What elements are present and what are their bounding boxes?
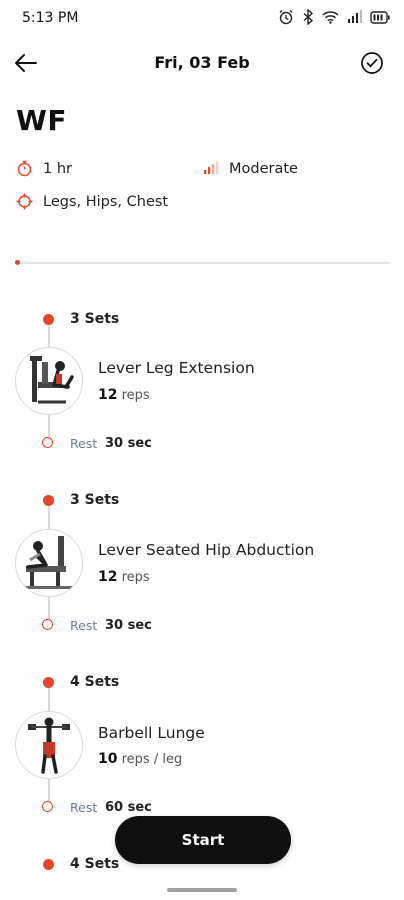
rest-label: Rest [70, 618, 98, 633]
leg-extension-figure-icon [30, 356, 74, 404]
reps-value: 10 [98, 751, 118, 767]
timer-icon [17, 160, 32, 177]
reps-unit: reps [121, 570, 150, 585]
rest-label: Rest [70, 436, 98, 451]
bluetooth-icon [303, 9, 314, 25]
rest-duration: 30 sec [105, 436, 152, 451]
exercise-thumbnail [15, 529, 83, 597]
set-marker [43, 314, 54, 325]
status-icons [278, 9, 390, 25]
exercise-reps: 10 reps / leg [98, 751, 182, 767]
rest-marker [42, 619, 53, 630]
duration-info: 1 hr [16, 160, 72, 177]
muscles-text: Legs, Hips, Chest [43, 193, 169, 210]
exercise-reps: 12 reps [98, 569, 150, 585]
workout-name: WF [16, 104, 68, 137]
rest-marker [42, 801, 53, 812]
exercise-name: Lever Leg Extension [98, 359, 255, 377]
workout-date: Fri, 03 Feb [154, 53, 250, 72]
reps-value: 12 [98, 569, 118, 585]
sets-label: 3 Sets [70, 311, 120, 327]
complete-button[interactable] [360, 51, 384, 75]
hip-abduction-figure-icon [20, 536, 76, 589]
reps-value: 12 [98, 387, 118, 403]
sets-label: 4 Sets [70, 856, 120, 872]
rest-label: Rest [70, 800, 98, 815]
exercise-name: Lever Seated Hip Abduction [98, 541, 315, 559]
intensity-bars-icon [204, 161, 219, 174]
exercise-thumbnail [15, 347, 83, 415]
battery-icon [370, 10, 390, 24]
exercise-name: Barbell Lunge [98, 724, 205, 742]
rest-duration: 60 sec [105, 800, 152, 815]
exercise-thumbnail [15, 711, 83, 779]
home-indicator [167, 888, 237, 892]
set-marker [43, 677, 54, 688]
workout-progress-track [16, 262, 390, 264]
signal-icon [348, 10, 362, 23]
sets-label: 4 Sets [70, 674, 120, 690]
sets-label: 3 Sets [70, 492, 120, 508]
set-marker [43, 495, 54, 506]
barbell-lunge-figure-icon [28, 717, 70, 774]
target-icon [16, 193, 33, 210]
level-info: Moderate [202, 160, 298, 177]
reps-unit: reps / leg [121, 752, 183, 767]
start-button[interactable]: Start [115, 816, 291, 864]
check-circle-icon [361, 52, 383, 74]
workout-progress-indicator [15, 260, 20, 265]
wifi-icon [322, 11, 339, 24]
duration-text: 1 hr [43, 160, 72, 177]
reps-unit: reps [121, 388, 150, 403]
exercise-reps: 12 reps [98, 387, 150, 403]
set-marker [43, 859, 54, 870]
muscles-info: Legs, Hips, Chest [16, 193, 168, 210]
level-text: Moderate [229, 160, 298, 177]
alarm-icon [279, 10, 293, 25]
rest-duration: 30 sec [105, 618, 152, 633]
status-time: 5:13 PM [22, 10, 79, 26]
rest-marker [42, 437, 53, 448]
